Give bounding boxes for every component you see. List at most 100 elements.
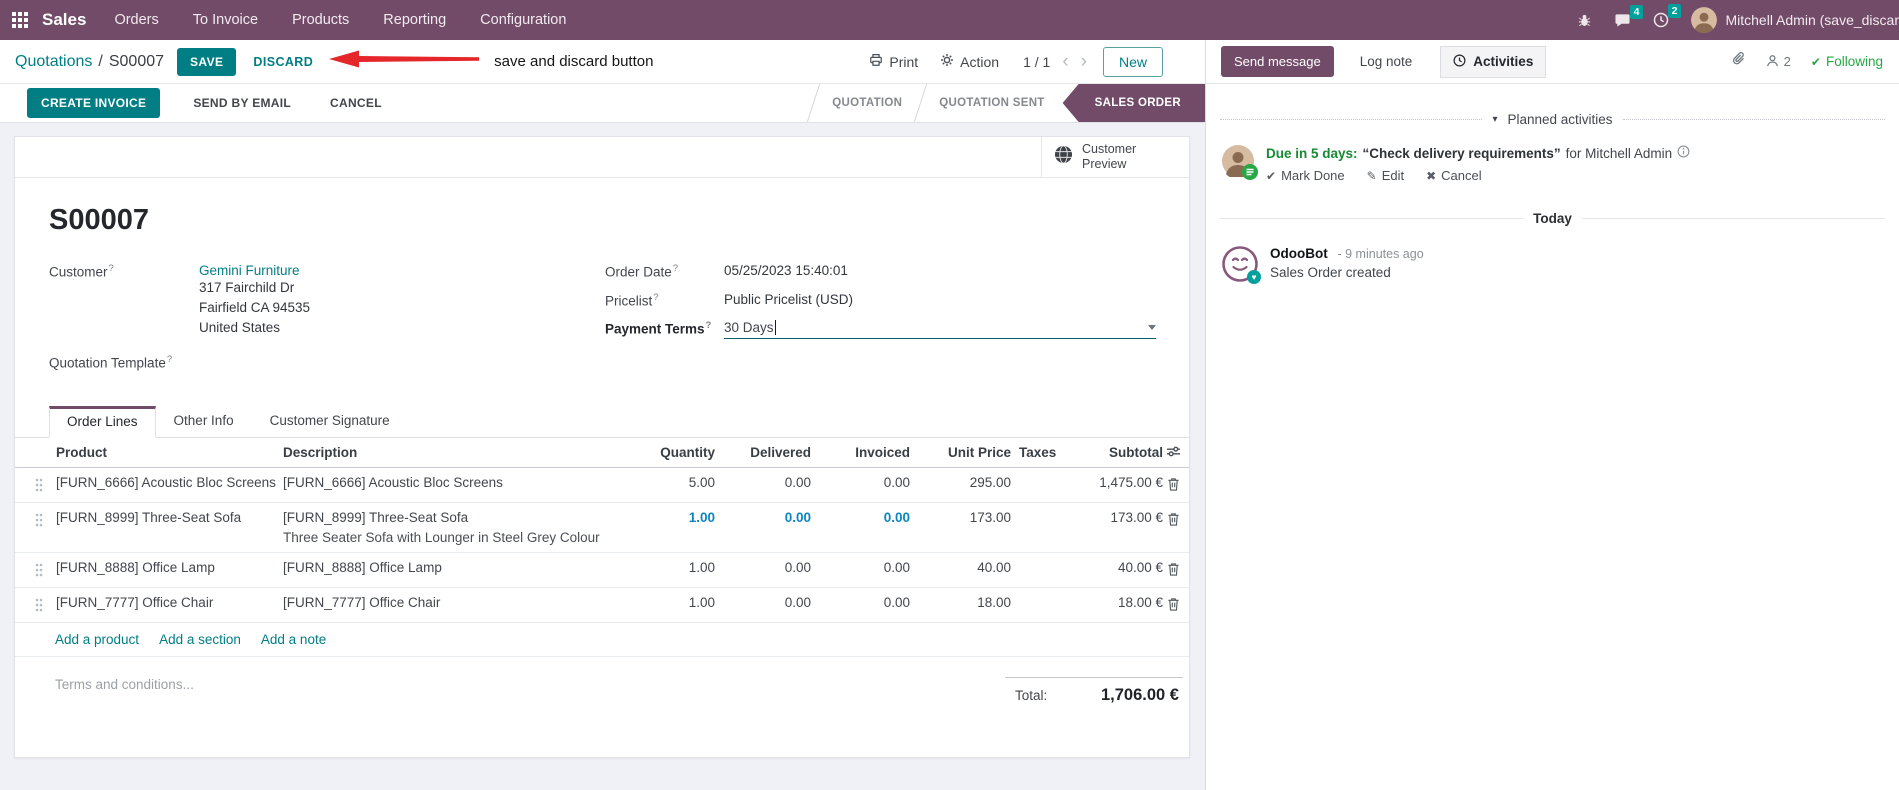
cell-delivered[interactable]: 0.00 <box>717 467 813 502</box>
activities-clock-icon[interactable]: 2 <box>1653 4 1682 28</box>
optional-columns-icon[interactable] <box>1166 445 1181 461</box>
app-name[interactable]: Sales <box>42 10 86 30</box>
activity-assignee: for Mitchell Admin <box>1565 145 1673 161</box>
cell-invoiced[interactable]: 0.00 <box>813 551 912 587</box>
mark-done-button[interactable]: ✔ Mark Done <box>1266 168 1345 183</box>
delete-row-icon[interactable] <box>1165 551 1189 587</box>
breadcrumb-current: S00007 <box>108 52 165 70</box>
drag-handle-icon[interactable] <box>15 467 51 502</box>
nav-item-products[interactable]: Products <box>292 12 349 28</box>
cell-delivered[interactable]: 0.00 <box>717 501 813 552</box>
prev-page-button[interactable]: ‹ <box>1062 52 1068 71</box>
cell-taxes[interactable] <box>1013 501 1077 552</box>
cell-product[interactable]: [FURN_6666] Acoustic Bloc Screens <box>51 467 281 502</box>
cell-product[interactable]: [FURN_8888] Office Lamp <box>51 551 281 587</box>
add-a-product-link[interactable]: Add a product <box>55 632 139 647</box>
edit-activity-button[interactable]: ✎ Edit <box>1367 168 1404 183</box>
nav-item-reporting[interactable]: Reporting <box>383 12 446 28</box>
delete-row-icon[interactable] <box>1165 586 1189 622</box>
drag-handle-icon[interactable] <box>15 586 51 622</box>
stage-indicator: QUOTATION QUOTATION SENT SALES ORDER <box>807 84 1205 122</box>
cell-unit-price[interactable]: 40.00 <box>912 551 1013 587</box>
create-invoice-button[interactable]: CREATE INVOICE <box>27 88 161 118</box>
form-sheet: S00007 Customer? Gemini Furniture 317 Fa… <box>15 178 1189 757</box>
cell-invoiced[interactable]: 0.00 <box>813 586 912 622</box>
cancel-activity-button[interactable]: ✖ Cancel <box>1426 168 1482 183</box>
pricelist-field[interactable]: Public Pricelist (USD) <box>724 292 853 309</box>
payment-terms-input[interactable]: 30 Days <box>724 320 1156 339</box>
following-button[interactable]: ✔ Following <box>1811 54 1883 69</box>
discard-button[interactable]: DISCARD <box>253 55 313 69</box>
apps-grid-icon[interactable] <box>12 12 28 28</box>
tab-other-info[interactable]: Other Info <box>156 405 252 437</box>
next-page-button[interactable]: › <box>1081 52 1087 71</box>
delete-row-icon[interactable] <box>1165 501 1189 552</box>
cell-taxes[interactable] <box>1013 586 1077 622</box>
heart-badge-icon: ♥ <box>1247 270 1261 284</box>
cell-taxes[interactable] <box>1013 551 1077 587</box>
cell-description[interactable]: [FURN_6666] Acoustic Bloc Screens <box>281 467 611 502</box>
cell-unit-price[interactable]: 173.00 <box>912 501 1013 552</box>
cell-quantity[interactable]: 1.00 <box>611 586 717 622</box>
cell-unit-price[interactable]: 295.00 <box>912 467 1013 502</box>
add-a-section-link[interactable]: Add a section <box>159 632 241 647</box>
customer-link[interactable]: Gemini Furniture <box>199 263 300 278</box>
log-note-button[interactable]: Log note <box>1360 54 1413 69</box>
collapse-caret-icon[interactable]: ▾ <box>1492 114 1497 125</box>
handle-column-header <box>15 437 51 468</box>
stage-quotation[interactable]: QUOTATION <box>814 84 920 122</box>
cell-taxes[interactable] <box>1013 467 1077 502</box>
cell-description[interactable]: [FURN_7777] Office Chair <box>281 586 611 622</box>
send-by-email-button[interactable]: SEND BY EMAIL <box>187 95 297 111</box>
cell-description[interactable]: [FURN_8999] Three-Seat Sofa Three Seater … <box>281 501 611 552</box>
stage-sales-order[interactable]: SALES ORDER <box>1062 84 1205 122</box>
followers-button[interactable]: 2 <box>1766 54 1791 70</box>
cell-product[interactable]: [FURN_8999] Three-Seat Sofa <box>51 501 281 552</box>
tab-order-lines[interactable]: Order Lines <box>49 405 156 438</box>
delete-row-icon[interactable] <box>1165 467 1189 502</box>
breadcrumb-parent-link[interactable]: Quotations <box>15 53 92 71</box>
pager-value[interactable]: 1 / 1 <box>1023 54 1050 70</box>
terms-and-conditions-placeholder[interactable]: Terms and conditions... <box>55 677 194 705</box>
total-label: Total: <box>1015 687 1048 703</box>
customer-preview-button[interactable]: Customer Preview <box>1041 137 1189 177</box>
help-marker: ? <box>653 291 659 303</box>
customer-address: 317 Fairchild Dr Fairfield CA 94535 Unit… <box>199 278 310 338</box>
action-button[interactable]: Action <box>940 53 999 70</box>
debug-icon[interactable] <box>1577 12 1592 28</box>
order-date-field[interactable]: 05/25/2023 15:40:01 <box>724 263 848 280</box>
drag-handle-icon[interactable] <box>15 501 51 552</box>
dropdown-caret-icon[interactable] <box>1148 325 1156 330</box>
address-line: Fairfield CA 94535 <box>199 300 311 315</box>
cell-quantity[interactable]: 1.00 <box>611 551 717 587</box>
activity-headline: Due in 5 days: “Check delivery requireme… <box>1266 145 1690 161</box>
cell-quantity[interactable]: 5.00 <box>611 467 717 502</box>
new-button[interactable]: New <box>1102 46 1163 77</box>
print-button[interactable]: Print <box>869 53 918 70</box>
drag-handle-icon[interactable] <box>15 551 51 587</box>
cancel-button[interactable]: CANCEL <box>324 95 388 111</box>
messages-icon[interactable]: 4 <box>1614 4 1644 28</box>
nav-item-to-invoice[interactable]: To Invoice <box>193 12 258 28</box>
cell-unit-price[interactable]: 18.00 <box>912 586 1013 622</box>
cell-delivered[interactable]: 0.00 <box>717 586 813 622</box>
activity-type-badge-icon <box>1242 164 1258 180</box>
cell-product[interactable]: [FURN_7777] Office Chair <box>51 586 281 622</box>
add-a-note-link[interactable]: Add a note <box>261 632 326 647</box>
cell-invoiced[interactable]: 0.00 <box>813 467 912 502</box>
user-menu[interactable]: Mitchell Admin (save_discar <box>1691 7 1899 33</box>
nav-item-orders[interactable]: Orders <box>114 12 158 28</box>
tab-customer-signature[interactable]: Customer Signature <box>252 405 408 437</box>
activities-button[interactable]: Activities <box>1440 45 1547 78</box>
cell-description[interactable]: [FURN_8888] Office Lamp <box>281 551 611 587</box>
save-button[interactable]: SAVE <box>177 47 237 76</box>
stage-quotation-sent[interactable]: QUOTATION SENT <box>921 84 1062 122</box>
attachment-paperclip-icon[interactable] <box>1732 51 1746 72</box>
info-icon[interactable] <box>1677 145 1690 161</box>
chatter-toolbar: Send message Log note Activities 2 ✔ Fol… <box>1206 40 1899 84</box>
cell-invoiced[interactable]: 0.00 <box>813 501 912 552</box>
nav-item-configuration[interactable]: Configuration <box>480 12 566 28</box>
send-message-button[interactable]: Send message <box>1221 46 1334 77</box>
cell-delivered[interactable]: 0.00 <box>717 551 813 587</box>
cell-quantity[interactable]: 1.00 <box>611 501 717 552</box>
